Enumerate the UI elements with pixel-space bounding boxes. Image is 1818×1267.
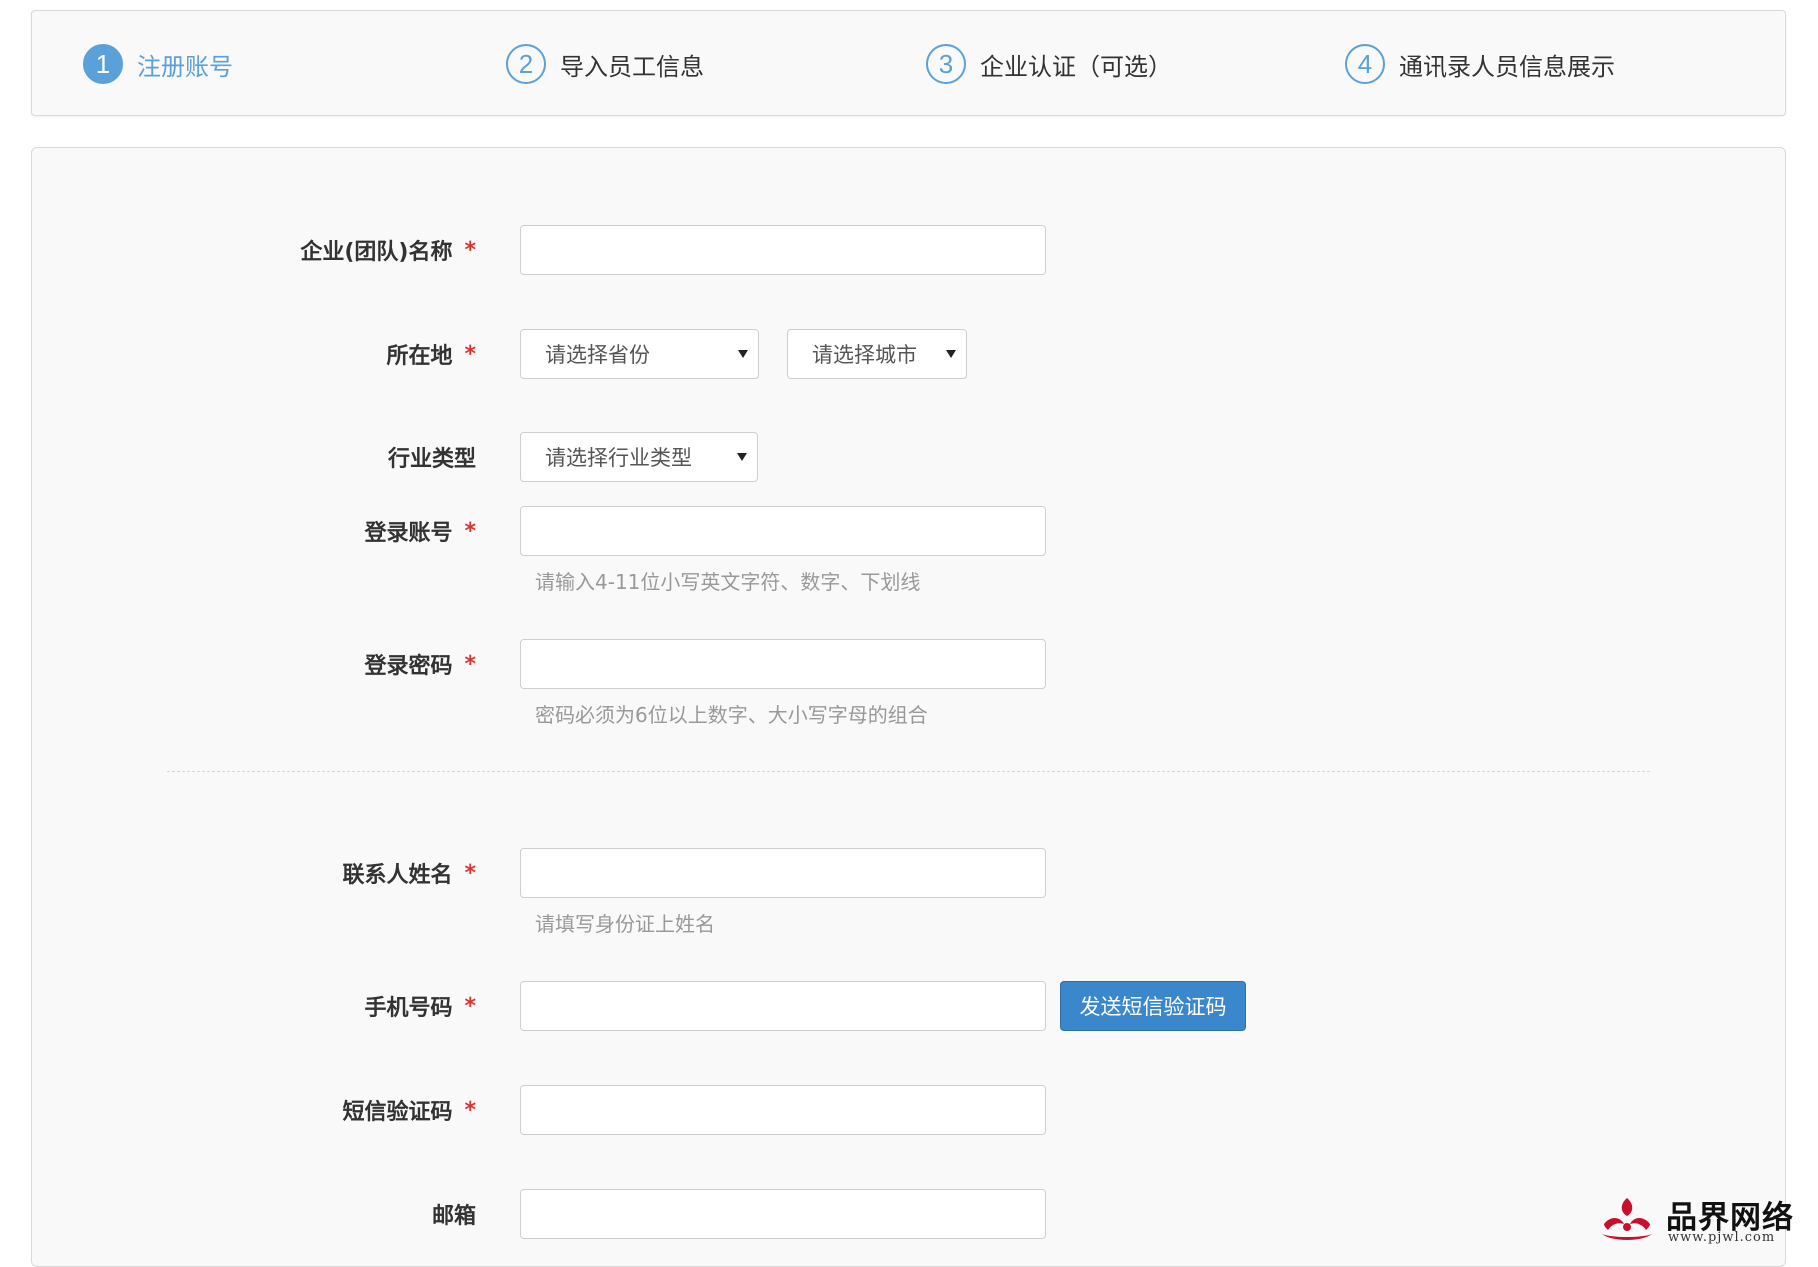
step-import-employees: 2 导入员工信息 bbox=[506, 11, 704, 117]
contact-name-hint: 请填写身份证上姓名 bbox=[535, 912, 715, 936]
phone-label: 手机号码 * bbox=[364, 993, 476, 1022]
login-account-input[interactable] bbox=[520, 506, 1046, 556]
required-asterisk: * bbox=[464, 237, 476, 263]
required-asterisk: * bbox=[464, 860, 476, 886]
step-label: 注册账号 bbox=[137, 52, 233, 81]
login-account-label: 登录账号 * bbox=[364, 518, 476, 547]
sms-code-input[interactable] bbox=[520, 1085, 1046, 1135]
contact-name-label: 联系人姓名 * bbox=[342, 860, 476, 889]
province-select[interactable]: 请选择省份 bbox=[520, 329, 759, 379]
watermark: 品界网络 www.pjwl.com bbox=[1596, 1192, 1806, 1246]
step-number-circle: 1 bbox=[83, 44, 123, 84]
contact-name-input[interactable] bbox=[520, 848, 1046, 898]
section-divider bbox=[167, 771, 1650, 772]
login-password-label: 登录密码 * bbox=[364, 651, 476, 680]
required-asterisk: * bbox=[464, 518, 476, 544]
step-number-circle: 4 bbox=[1345, 44, 1385, 84]
step-label: 通讯录人员信息展示 bbox=[1399, 52, 1615, 81]
email-input[interactable] bbox=[520, 1189, 1046, 1239]
location-label: 所在地 * bbox=[386, 341, 476, 370]
step-enterprise-verification: 3 企业认证（可选） bbox=[926, 11, 1172, 117]
steps-progress: 1 注册账号 2 导入员工信息 3 企业认证（可选） 4 通讯录人员信息展示 bbox=[31, 10, 1786, 116]
login-password-hint: 密码必须为6位以上数字、大小写字母的组合 bbox=[535, 703, 928, 727]
dropdown-arrow-icon bbox=[946, 350, 956, 358]
watermark-url: www.pjwl.com bbox=[1668, 1230, 1776, 1245]
watermark-logo-icon bbox=[1602, 1198, 1652, 1240]
industry-select[interactable]: 请选择行业类型 bbox=[520, 432, 758, 482]
step-contacts-display: 4 通讯录人员信息展示 bbox=[1345, 11, 1615, 117]
send-sms-code-button[interactable]: 发送短信验证码 bbox=[1060, 981, 1246, 1031]
required-asterisk: * bbox=[464, 341, 476, 367]
required-asterisk: * bbox=[464, 651, 476, 677]
phone-input[interactable] bbox=[520, 981, 1046, 1031]
required-asterisk: * bbox=[464, 993, 476, 1019]
required-asterisk: * bbox=[464, 1097, 476, 1123]
registration-form: 企业(团队)名称 * 所在地 * 请选择省份 请选择城市 行业类型 请选择行业类… bbox=[31, 147, 1786, 1267]
company-name-input[interactable] bbox=[520, 225, 1046, 275]
login-account-hint: 请输入4-11位小写英文字符、数字、下划线 bbox=[535, 570, 921, 594]
email-label: 邮箱 bbox=[431, 1204, 476, 1229]
step-label: 导入员工信息 bbox=[560, 52, 704, 81]
industry-label: 行业类型 bbox=[387, 447, 476, 472]
step-register-account: 1 注册账号 bbox=[83, 11, 233, 117]
step-number-circle: 2 bbox=[506, 44, 546, 84]
step-label: 企业认证（可选） bbox=[980, 52, 1172, 81]
dropdown-arrow-icon bbox=[738, 350, 748, 358]
dropdown-arrow-icon bbox=[737, 453, 747, 461]
city-select[interactable]: 请选择城市 bbox=[787, 329, 967, 379]
company-name-label: 企业(团队)名称 * bbox=[300, 237, 476, 266]
login-password-input[interactable] bbox=[520, 639, 1046, 689]
sms-code-label: 短信验证码 * bbox=[342, 1097, 476, 1126]
step-number-circle: 3 bbox=[926, 44, 966, 84]
